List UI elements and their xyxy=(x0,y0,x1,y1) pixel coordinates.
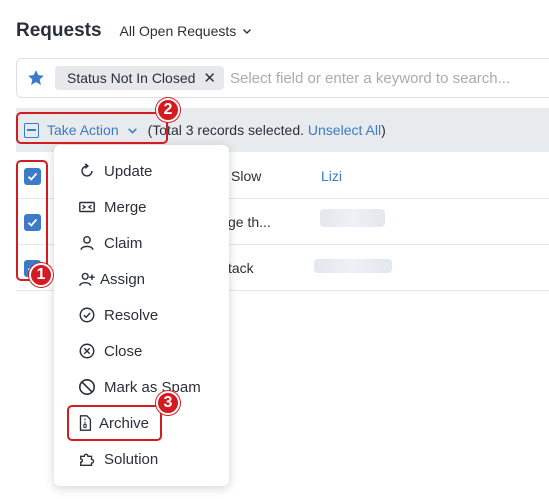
chevron-down-icon xyxy=(243,29,252,34)
annotation-badge: 1 xyxy=(29,263,53,287)
filter-chip-label: Status Not In Closed xyxy=(67,70,196,86)
row-agent-link[interactable]: Lizi xyxy=(321,168,342,184)
annotation-badge: 2 xyxy=(156,98,180,122)
page-header: Requests All Open Requests xyxy=(16,18,252,44)
menu-item-close[interactable]: Close xyxy=(54,333,229,369)
x-circle-icon xyxy=(79,343,95,359)
filter-bar: Status Not In Closed ✕ xyxy=(16,58,549,98)
row-subject[interactable]: tack xyxy=(228,260,254,276)
view-selector-label: All Open Requests xyxy=(119,23,237,39)
puzzle-icon xyxy=(80,453,95,466)
search-input[interactable] xyxy=(229,69,530,87)
refresh-icon xyxy=(81,163,93,177)
page-title: Requests xyxy=(16,20,102,41)
menu-item-assign[interactable]: Assign xyxy=(54,261,229,297)
menu-item-claim[interactable]: Claim xyxy=(54,225,229,261)
close-icon[interactable]: ✕ xyxy=(203,71,216,86)
row-subject[interactable]: ge th... xyxy=(228,214,271,230)
redacted-field xyxy=(320,209,385,227)
view-selector[interactable]: All Open Requests xyxy=(120,23,253,39)
user-plus-icon xyxy=(79,272,95,286)
selection-info: (Total 3 records selected. Unselect All) xyxy=(147,122,386,138)
menu-item-merge[interactable]: Merge xyxy=(54,189,229,225)
ban-icon xyxy=(78,378,96,396)
annotation-box-archive xyxy=(67,405,162,441)
filter-chip: Status Not In Closed ✕ xyxy=(55,66,224,90)
merge-icon xyxy=(79,201,95,213)
menu-item-solution[interactable]: Solution xyxy=(54,441,229,477)
user-icon xyxy=(80,235,94,250)
menu-item-update[interactable]: Update xyxy=(54,153,229,189)
annotation-badge: 3 xyxy=(156,391,180,415)
redacted-field xyxy=(314,259,392,273)
unselect-all-link[interactable]: Unselect All xyxy=(308,122,381,138)
annotation-box-take-action xyxy=(16,112,168,144)
check-circle-icon xyxy=(79,307,95,323)
star-icon[interactable] xyxy=(26,68,46,88)
menu-item-mark-as-spam[interactable]: Mark as Spam xyxy=(54,369,229,405)
menu-item-resolve[interactable]: Resolve xyxy=(54,297,229,333)
row-subject[interactable]: Slow xyxy=(231,168,261,184)
